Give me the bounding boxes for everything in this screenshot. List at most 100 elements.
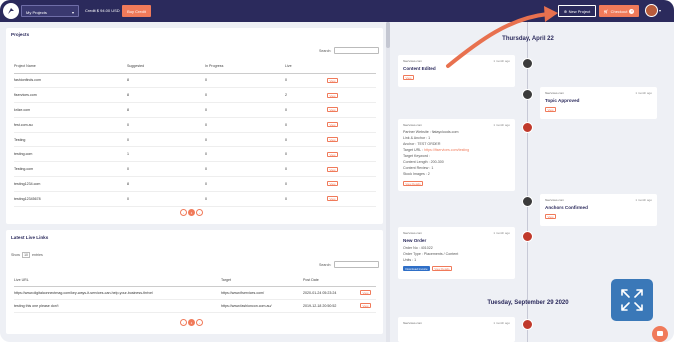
left-scrollbar-thumb[interactable] — [386, 22, 390, 48]
view-button[interactable]: View — [327, 107, 338, 113]
projects-table: Project Name Suggested In Progress Live … — [14, 59, 376, 207]
view-button[interactable]: View — [403, 75, 414, 80]
suggested-cell: 8 — [127, 176, 205, 192]
projects-search-input[interactable] — [334, 47, 379, 54]
table-row: testing12345678 0 0 0 View — [14, 191, 376, 207]
next-page-button[interactable]: › — [196, 209, 203, 216]
timeline-card-site: fiservices.com — [545, 91, 565, 95]
prev-page-button[interactable]: ‹ — [180, 209, 187, 216]
next-page-button[interactable]: › — [196, 319, 203, 326]
view-button[interactable]: View — [360, 290, 371, 295]
view-button[interactable]: View — [360, 303, 371, 308]
page-1-button[interactable]: 1 — [188, 319, 195, 326]
view-button[interactable]: View — [327, 92, 338, 98]
detail-line: Content Length : 200-300 — [403, 160, 444, 164]
project-name-cell: fashionfinds.com — [14, 73, 127, 89]
live-links-table: Live URL Target Post Date https://www.di… — [14, 274, 376, 313]
live-links-pagination: ‹ 1 › — [180, 319, 203, 326]
timeline-card-title: New Order — [403, 238, 427, 243]
table-row: Testing.com 0 0 0 View — [14, 161, 376, 178]
timeline-card-time: 1 month ago — [635, 91, 652, 95]
suggested-cell: 0 — [127, 191, 205, 207]
column-header[interactable]: Live — [285, 59, 327, 74]
project-name-cell: testing1234.com — [14, 176, 127, 192]
cart-icon: 🛒︎ — [603, 8, 609, 14]
entries-select[interactable]: 10 — [22, 252, 30, 258]
new-project-label: New Project — [568, 8, 591, 14]
live-cell: 0 — [285, 161, 327, 178]
live-cell: 0 — [285, 73, 327, 89]
checkout-label: Checkout — [610, 8, 628, 14]
view-button[interactable]: View — [327, 122, 338, 128]
live-links-search-input[interactable] — [334, 261, 379, 268]
view-button[interactable]: View — [545, 214, 556, 219]
view-button[interactable]: View — [545, 107, 556, 112]
table-header-row: Live URL Target Post Date — [14, 274, 376, 287]
column-header[interactable]: Target — [221, 274, 303, 287]
action-cell: View — [327, 132, 376, 148]
brand-logo[interactable] — [3, 3, 19, 19]
column-header[interactable]: Live URL — [14, 274, 221, 287]
avatar — [522, 319, 533, 330]
detail-label: Target URL : — [403, 148, 425, 152]
view-details-button[interactable]: View Details — [403, 181, 423, 186]
live-cell: 0 — [285, 132, 327, 148]
expand-arrows-icon — [621, 289, 643, 311]
checkout-button[interactable]: 🛒︎ Checkout 0 — [599, 5, 639, 17]
column-header[interactable]: Project Name — [14, 59, 127, 74]
live-url-cell[interactable]: testing this one please don't — [14, 299, 221, 313]
column-header[interactable]: In Progress — [205, 59, 285, 74]
project-name-cell: Testing — [14, 132, 127, 148]
prev-page-button[interactable]: ‹ — [180, 319, 187, 326]
action-cell: View — [327, 87, 376, 104]
table-row: https://www.digitalconnectmag.com/key-wa… — [14, 286, 376, 300]
column-header[interactable]: Suggested — [127, 59, 205, 74]
view-button[interactable]: View — [327, 196, 338, 202]
project-select[interactable]: My Projects ▾ — [21, 5, 79, 17]
chat-icon — [657, 331, 663, 336]
in-progress-cell: 0 — [205, 117, 285, 133]
view-button[interactable]: View — [327, 181, 338, 187]
logo-mark-icon — [8, 8, 14, 14]
timeline-card-time: 1 month ago — [493, 123, 510, 127]
suggested-cell: 0 — [127, 161, 205, 178]
page-1-button[interactable]: 1 — [188, 209, 195, 216]
detail-line: Target Keyword : — [403, 154, 430, 158]
chevron-down-icon[interactable]: ▾ — [659, 8, 661, 13]
action-cell: View — [327, 102, 376, 118]
new-project-button[interactable]: ⊕ New Project — [558, 5, 596, 17]
timeline-card-time: 1 month ago — [635, 198, 652, 202]
suggested-cell: 8 — [127, 73, 205, 89]
fullscreen-button[interactable] — [611, 279, 653, 321]
plus-circle-icon: ⊕ — [563, 8, 568, 14]
table-header-row: Project Name Suggested In Progress Live — [14, 59, 376, 74]
view-button[interactable]: View — [327, 166, 338, 172]
table-row: testing.com 1 0 0 View — [14, 146, 376, 163]
buy-credit-button[interactable]: Buy Credit — [122, 5, 151, 17]
download-invoice-button[interactable]: Download Invoice — [403, 266, 430, 271]
avatar — [522, 58, 533, 69]
column-header[interactable]: Post Date — [303, 274, 360, 287]
table-row: fashionfinds.com 8 0 0 View — [14, 73, 376, 89]
suggested-cell: 0 — [127, 132, 205, 148]
live-cell: 0 — [285, 102, 327, 118]
column-header — [327, 59, 376, 74]
chat-launcher-button[interactable] — [652, 326, 668, 342]
view-button[interactable]: View — [327, 137, 338, 143]
view-details-button[interactable]: View Details — [432, 266, 452, 271]
target-url-link[interactable]: https://fiservices.com/testing — [424, 148, 469, 152]
detail-line: Order No : 401022 — [403, 246, 433, 250]
avatar — [522, 231, 533, 242]
user-avatar[interactable] — [645, 4, 658, 17]
timeline-card-site: fiservices.com — [545, 198, 565, 202]
view-button[interactable]: View — [327, 151, 338, 157]
timeline-card-title: Topic Approved — [545, 98, 580, 103]
in-progress-cell: 0 — [205, 102, 285, 118]
table-row: testing this one please don't https://www… — [14, 299, 376, 313]
projects-pagination: ‹ 1 › — [180, 209, 203, 216]
detail-line: Anchor : TEST ORDER — [403, 142, 441, 146]
project-name-cell: testing12345678 — [14, 191, 127, 207]
view-button[interactable]: View — [327, 77, 338, 83]
live-url-cell[interactable]: https://www.digitalconnectmag.com/key-wa… — [14, 286, 221, 300]
left-scrollbar-track[interactable] — [386, 22, 390, 342]
